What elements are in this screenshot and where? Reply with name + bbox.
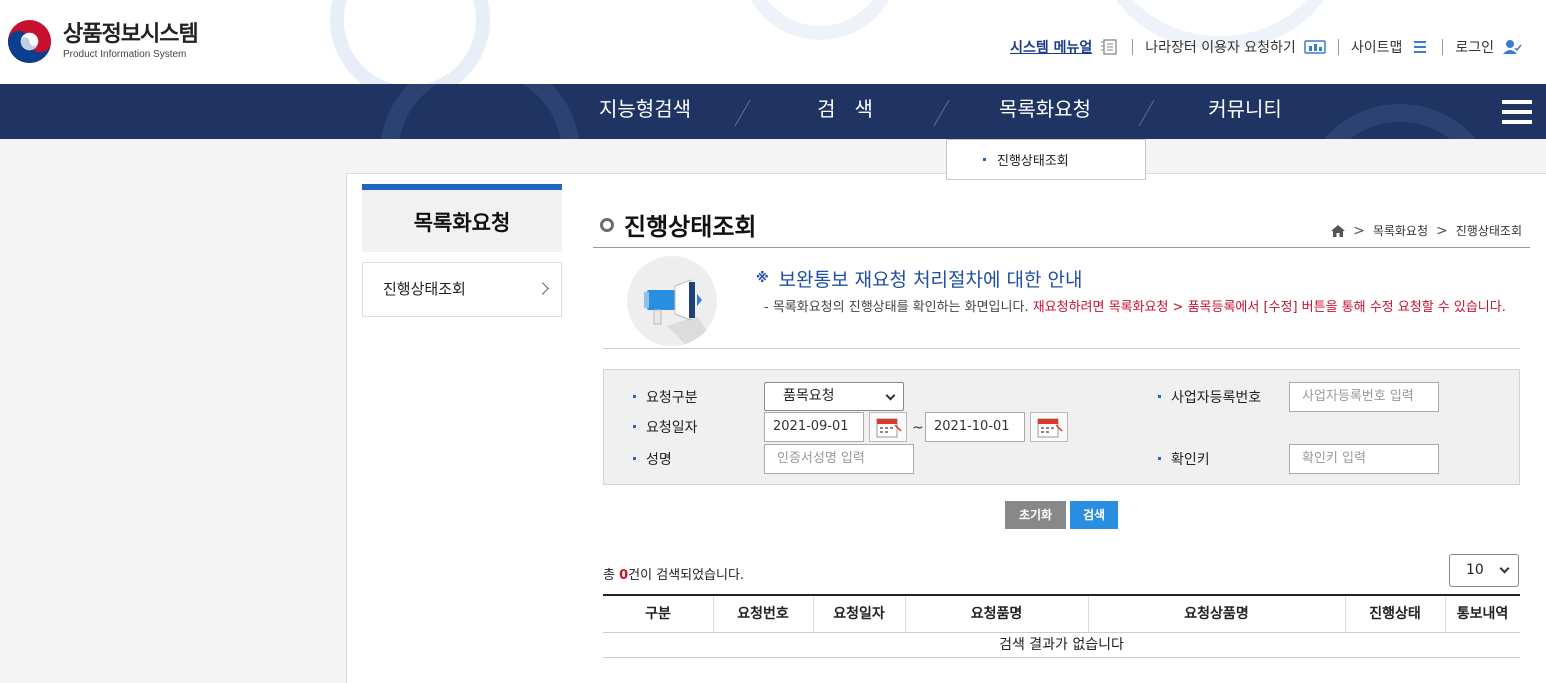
name-input[interactable]: 인증서성명 입력: [764, 444, 914, 474]
login-link[interactable]: 로그인: [1455, 37, 1522, 57]
user-check-icon: [1503, 40, 1522, 54]
result-table: 구분 요청번호 요청일자 요청품명 요청상품명 진행상태 통보내역 검색 결과가…: [603, 594, 1520, 658]
user-request-link[interactable]: 나라장터 이용자 요청하기: [1145, 37, 1326, 57]
calendar-icon[interactable]: [869, 412, 907, 442]
gnb-divider: [1138, 99, 1155, 127]
gnb-item-search[interactable]: 검 색: [790, 84, 900, 139]
login-label: 로그인: [1455, 40, 1494, 56]
req-date-label: 요청일자: [633, 417, 698, 437]
calendar-icon[interactable]: [1030, 412, 1068, 442]
column-header: 요청상품명: [1184, 606, 1249, 622]
lnb-title: 목록화요청: [362, 184, 562, 252]
table-header: 구분 요청번호 요청일자 요청품명 요청상품명 진행상태 통보내역: [603, 596, 1520, 633]
lnb-item-status[interactable]: 진행상태조회: [362, 262, 562, 317]
reference-mark-icon: ※: [756, 271, 769, 286]
search-button[interactable]: 검색: [1070, 501, 1118, 529]
bizno-label: 사업자등록번호: [1158, 387, 1261, 407]
result-count-number: 0: [619, 568, 629, 583]
column-header: 통보내역: [1456, 606, 1509, 622]
gnb-item-catalog-request[interactable]: 목록화요청: [980, 84, 1110, 139]
breadcrumb-item[interactable]: 목록화요청: [1373, 222, 1428, 239]
req-type-label: 요청구분: [633, 387, 698, 407]
decorative-circle: [1300, 104, 1500, 139]
notice-text: 목록화요청의 진행상태를 확인하는 화면입니다.: [772, 300, 1029, 315]
user-request-label: 나라장터 이용자 요청하기: [1145, 40, 1296, 56]
sitemap-label: 사이트맵: [1350, 40, 1403, 56]
req-type-value: 품목요청: [783, 388, 835, 404]
chevron-down-icon: [885, 390, 896, 401]
gnb-dropdown: 진행상태조회: [946, 139, 1146, 180]
chevron-right-icon: >: [1436, 222, 1448, 239]
gnb-item-smart-search[interactable]: 지능형검색: [580, 84, 710, 139]
page-size-value: 10: [1466, 562, 1484, 578]
main-navigation: 지능형검색 검 색 목록화요청 커뮤니티: [0, 84, 1546, 139]
notice-dash: -: [764, 300, 769, 315]
title-divider: [593, 247, 1530, 248]
bizno-input[interactable]: 사업자등록번호 입력: [1289, 382, 1439, 412]
notice-divider: [603, 348, 1520, 349]
date-range-separator: ~: [912, 420, 924, 436]
empty-result-row: 검색 결과가 없습니다: [603, 633, 1520, 658]
util-divider: [1442, 39, 1444, 55]
decorative-circle: [380, 84, 580, 139]
result-count: 총 0건이 검색되었습니다.: [603, 568, 745, 583]
page-size-select[interactable]: 10: [1449, 554, 1519, 587]
gnb-divider: [933, 99, 950, 127]
title-bullet-icon: [600, 217, 614, 232]
notice-title-text: 보완통보 재요청 처리절차에 대한 안내: [778, 269, 1083, 291]
chevron-right-icon: >: [1353, 222, 1365, 239]
notice-alert-text: 재요청하려면 목록화요청 > 품목등록에서 [수정] 버튼을 통해 수정 요청할…: [1032, 300, 1506, 315]
notice-description: - 목록화요청의 진행상태를 확인하는 화면입니다. 재요청하려면 목록화요청 …: [764, 298, 1514, 317]
column-header: 요청번호: [737, 606, 789, 622]
chevron-down-icon: [1499, 563, 1510, 574]
notice-title: ※ 보완통보 재요청 처리절차에 대한 안내: [756, 265, 1082, 292]
top-header: 상품정보시스템 Product Information System 시스템 메…: [0, 0, 1546, 84]
date-to-input[interactable]: 2021-10-01: [925, 412, 1025, 442]
logo-subtitle: Product Information System: [63, 48, 187, 60]
util-divider: [1132, 39, 1134, 55]
breadcrumb-item: 진행상태조회: [1455, 224, 1522, 238]
utility-menu: 시스템 메뉴얼 나라장터 이용자 요청하기 사이트맵 로그인: [1010, 37, 1522, 57]
req-type-select[interactable]: 품목요청: [764, 382, 904, 411]
key-input[interactable]: 확인키 입력: [1289, 444, 1439, 474]
date-from-input[interactable]: 2021-09-01: [764, 412, 864, 442]
bullet: [983, 158, 986, 161]
reset-button[interactable]: 초기화: [1005, 501, 1066, 529]
megaphone-icon: [627, 256, 717, 346]
list-icon: [1414, 41, 1427, 53]
logo-title: 상품정보시스템: [63, 21, 199, 47]
home-icon[interactable]: [1331, 224, 1346, 237]
decorative-circle: [330, 0, 490, 84]
column-header: 요청일자: [833, 606, 885, 622]
monitor-icon: [1304, 40, 1326, 54]
dropdown-item-status[interactable]: 진행상태조회: [997, 150, 1069, 169]
column-header: 구분: [645, 606, 671, 622]
breadcrumb: > 목록화요청 > 진행상태조회: [1331, 222, 1522, 239]
sitemap-link[interactable]: 사이트맵: [1351, 37, 1431, 57]
decorative-circle: [740, 0, 900, 40]
chevron-right-icon: [536, 282, 549, 295]
gnb-item-community[interactable]: 커뮤니티: [1180, 84, 1310, 139]
lnb-item-label: 진행상태조회: [383, 280, 466, 298]
document-icon: [1101, 39, 1117, 55]
system-manual-link[interactable]: 시스템 메뉴얼: [1010, 37, 1120, 57]
column-header: 요청품명: [970, 606, 1023, 622]
column-header: 진행상태: [1369, 606, 1421, 622]
hamburger-menu-icon[interactable]: [1502, 100, 1532, 124]
gnb-divider: [734, 99, 751, 127]
left-background: [0, 139, 346, 683]
key-label: 확인키: [1158, 449, 1210, 469]
page-title-text: 진행상태조회: [624, 213, 757, 241]
system-manual-label: 시스템 메뉴얼: [1010, 40, 1093, 56]
page-title: 진행상태조회: [600, 207, 756, 242]
taegeuk-emblem-icon: [7, 19, 52, 64]
util-divider: [1337, 39, 1339, 55]
site-logo[interactable]: 상품정보시스템 Product Information System: [6, 18, 199, 65]
name-label: 성명: [633, 449, 672, 469]
